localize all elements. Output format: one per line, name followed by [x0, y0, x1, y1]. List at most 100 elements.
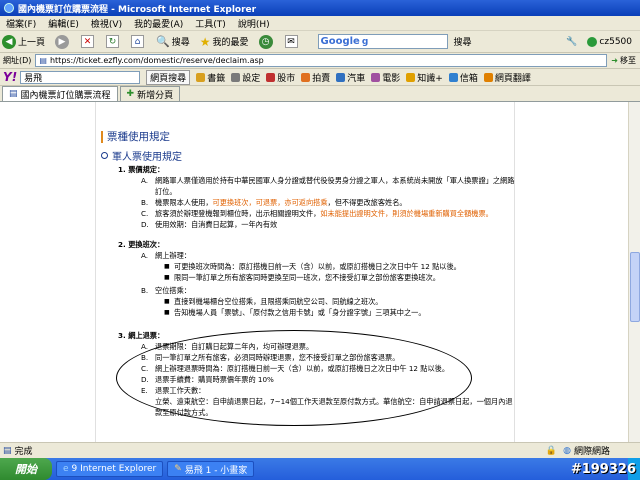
list-item: ■ 直接到機場櫃台空位搭乘，且限搭乘同航空公司、同航線之班次。: [164, 297, 383, 306]
scrollbar-thumb[interactable]: [630, 252, 640, 322]
user-status-icon: [587, 36, 598, 47]
globe-icon: ◍: [563, 445, 571, 456]
list-item: B. 空位搭乘：: [141, 286, 191, 295]
watermark: #199326: [570, 462, 636, 477]
square-bullet-icon: ■: [164, 298, 170, 305]
search-icon: 🔍: [156, 35, 170, 48]
google-logo: Google: [320, 36, 360, 47]
movie-icon: [371, 72, 381, 82]
google-search-button[interactable]: 搜尋: [452, 35, 474, 48]
address-input[interactable]: ▤ https://ticket.ezfly.com/domestic/rese…: [35, 54, 608, 67]
page-done-icon: ▤: [3, 445, 12, 456]
tab-new[interactable]: ✚ 新增分頁: [119, 86, 181, 101]
window-title: 國內機票訂位購票流程 - Microsoft Internet Explorer: [18, 4, 257, 15]
mail-icon: ✉: [284, 35, 298, 48]
fare-rules-block: 1. 票價規定： A. 網路軍人票僅適用於持有中華民國軍人身分證或替代役役男身分證…: [96, 164, 516, 230]
plus-icon: ✚: [126, 89, 135, 99]
go-button[interactable]: ➜ 移至: [611, 55, 636, 66]
title-bar: 國內機票訂位購票流程 - Microsoft Internet Explorer: [0, 0, 640, 16]
refresh-icon: ↻: [106, 35, 120, 48]
menu-help[interactable]: 說明(H): [232, 17, 276, 30]
search-button[interactable]: 🔍 搜尋: [154, 35, 192, 48]
list-item: B. 機票限本人使用，可更換班次，可退票，亦可返向搭乘，但不得更改旅客姓名。: [141, 198, 407, 207]
list-item: C. 旅客須於辦理登機報到櫃位時，出示相關證明文件，如未能提出證明文件，則須於機場…: [141, 209, 493, 218]
mail-icon: [448, 72, 458, 82]
lock-icon: 🔒: [545, 445, 558, 456]
menu-bar: 檔案(F) 編輯(E) 檢視(V) 我的最愛(A) 工具(T) 說明(H): [0, 16, 640, 31]
wrench-icon: 🔧: [566, 36, 578, 47]
stocks-icon: [266, 72, 276, 82]
history-icon: ◷: [258, 34, 273, 49]
home-icon: ⌂: [131, 35, 145, 48]
forward-button[interactable]: ▶: [53, 34, 73, 49]
list-item: ■ 限同一筆訂單之所有旅客同時更換至同一班次，您不接受訂單之部份旅客更換班次。: [164, 273, 440, 282]
menu-view[interactable]: 檢視(V): [85, 17, 128, 30]
yahoo-web-search-button[interactable]: 網頁搜尋: [146, 69, 191, 85]
favorites-button[interactable]: ★ 我的最愛: [198, 35, 251, 49]
list-item: D. 使用效期：自消費日起算，一年內有效: [141, 220, 278, 229]
bookmark-icon: [196, 72, 206, 82]
page-icon: ▤: [9, 89, 18, 99]
task-ie[interactable]: e 9 Internet Explorer: [56, 461, 164, 477]
yahoo-auction[interactable]: 拍賣: [301, 71, 330, 84]
home-button[interactable]: ⌂: [129, 35, 148, 48]
list-item: ■ 告知機場人員「票號」、「原付款之信用卡號」或「身分證字號」三項其中之一。: [164, 308, 426, 317]
square-bullet-icon: ■: [164, 263, 170, 270]
menu-edit[interactable]: 編輯(E): [42, 17, 85, 30]
start-button[interactable]: 開始: [0, 458, 52, 480]
paint-icon: ✎: [174, 464, 182, 474]
vertical-scrollbar[interactable]: [628, 102, 640, 442]
zone-text: 網際網路: [573, 447, 610, 457]
ie-icon: [4, 3, 14, 13]
ie-icon: e: [63, 464, 69, 474]
menu-file[interactable]: 檔案(F): [0, 17, 42, 30]
yahoo-logo: Y!: [3, 70, 18, 84]
translate-icon: [483, 72, 493, 82]
forward-arrow-icon: ▶: [55, 34, 70, 49]
stop-button[interactable]: ✕: [79, 35, 98, 48]
auction-icon: [301, 72, 311, 82]
go-arrow-icon: ➜: [611, 56, 618, 65]
menu-favorites[interactable]: 我的最愛(A): [128, 17, 189, 30]
square-bullet-icon: ■: [164, 274, 170, 281]
menu-tools[interactable]: 工具(T): [189, 17, 232, 30]
back-arrow-icon: ◀: [2, 34, 16, 49]
circle-bullet-icon: [101, 152, 108, 159]
refresh-button[interactable]: ↻: [104, 35, 123, 48]
yahoo-autos[interactable]: 汽車: [336, 71, 365, 84]
stop-icon: ✕: [81, 35, 95, 48]
answers-icon: [406, 72, 416, 82]
settings-icon: [231, 72, 241, 82]
google-search-box[interactable]: Google g: [317, 34, 448, 49]
tab-current[interactable]: ▤ 國內機票訂位購票流程: [2, 86, 118, 101]
status-text: 完成: [14, 447, 33, 457]
mail-button[interactable]: ✉: [283, 35, 302, 48]
list-item: A. 網路軍人票僅適用於持有中華民國軍人身分證或替代役役男身分證之軍人，本系統尚未…: [141, 176, 515, 196]
list-item: ■ 可更換班次時間為：原訂搭機日前一天（含）以前，或原訂搭機日之次日中午 12 點…: [164, 262, 461, 271]
yahoo-answers[interactable]: 知識+: [406, 71, 443, 84]
back-button[interactable]: ◀ 上一頁: [0, 34, 47, 49]
status-bar: ▤ 完成 🔒 ◍ 網際網路: [0, 442, 640, 458]
taskbar: 開始 e 9 Internet Explorer ✎ 易飛 1 - 小畫家: [0, 458, 640, 480]
settings-button[interactable]: 🔧: [564, 37, 579, 47]
yahoo-stocks[interactable]: 股市: [266, 71, 295, 84]
yahoo-settings[interactable]: 設定: [231, 71, 260, 84]
toolbar: ◀ 上一頁 ▶ ✕ ↻ ⌂ 🔍 搜尋 ★ 我的最愛 ◷ ✉ Google g 搜…: [0, 31, 640, 53]
yahoo-translate[interactable]: 網頁翻譯: [483, 71, 531, 84]
section-bar-icon: [101, 130, 103, 143]
task-paint[interactable]: ✎ 易飛 1 - 小畫家: [167, 461, 255, 477]
history-button[interactable]: ◷: [257, 34, 277, 49]
sub-title: 軍人票使用規定: [101, 148, 182, 163]
fare-rules-header: 1. 票價規定：: [118, 165, 165, 174]
yahoo-movies[interactable]: 電影: [371, 71, 400, 84]
car-icon: [336, 72, 346, 82]
yahoo-bookmarks[interactable]: 書籤: [196, 71, 225, 84]
yahoo-search-input[interactable]: 易飛: [20, 70, 141, 84]
square-bullet-icon: ■: [164, 309, 170, 316]
yahoo-mail[interactable]: 信箱: [448, 71, 478, 84]
user-account[interactable]: cz5500: [585, 36, 634, 47]
star-icon: ★: [199, 34, 211, 49]
google-g-icon: g: [361, 36, 369, 47]
change-flight-header: 2. 更換班次：: [118, 240, 165, 249]
change-flight-block: 2. 更換班次： A. 網上辦理： ■ 可更換班次時間為：原訂搭機日前一天（含）以前…: [96, 239, 516, 318]
